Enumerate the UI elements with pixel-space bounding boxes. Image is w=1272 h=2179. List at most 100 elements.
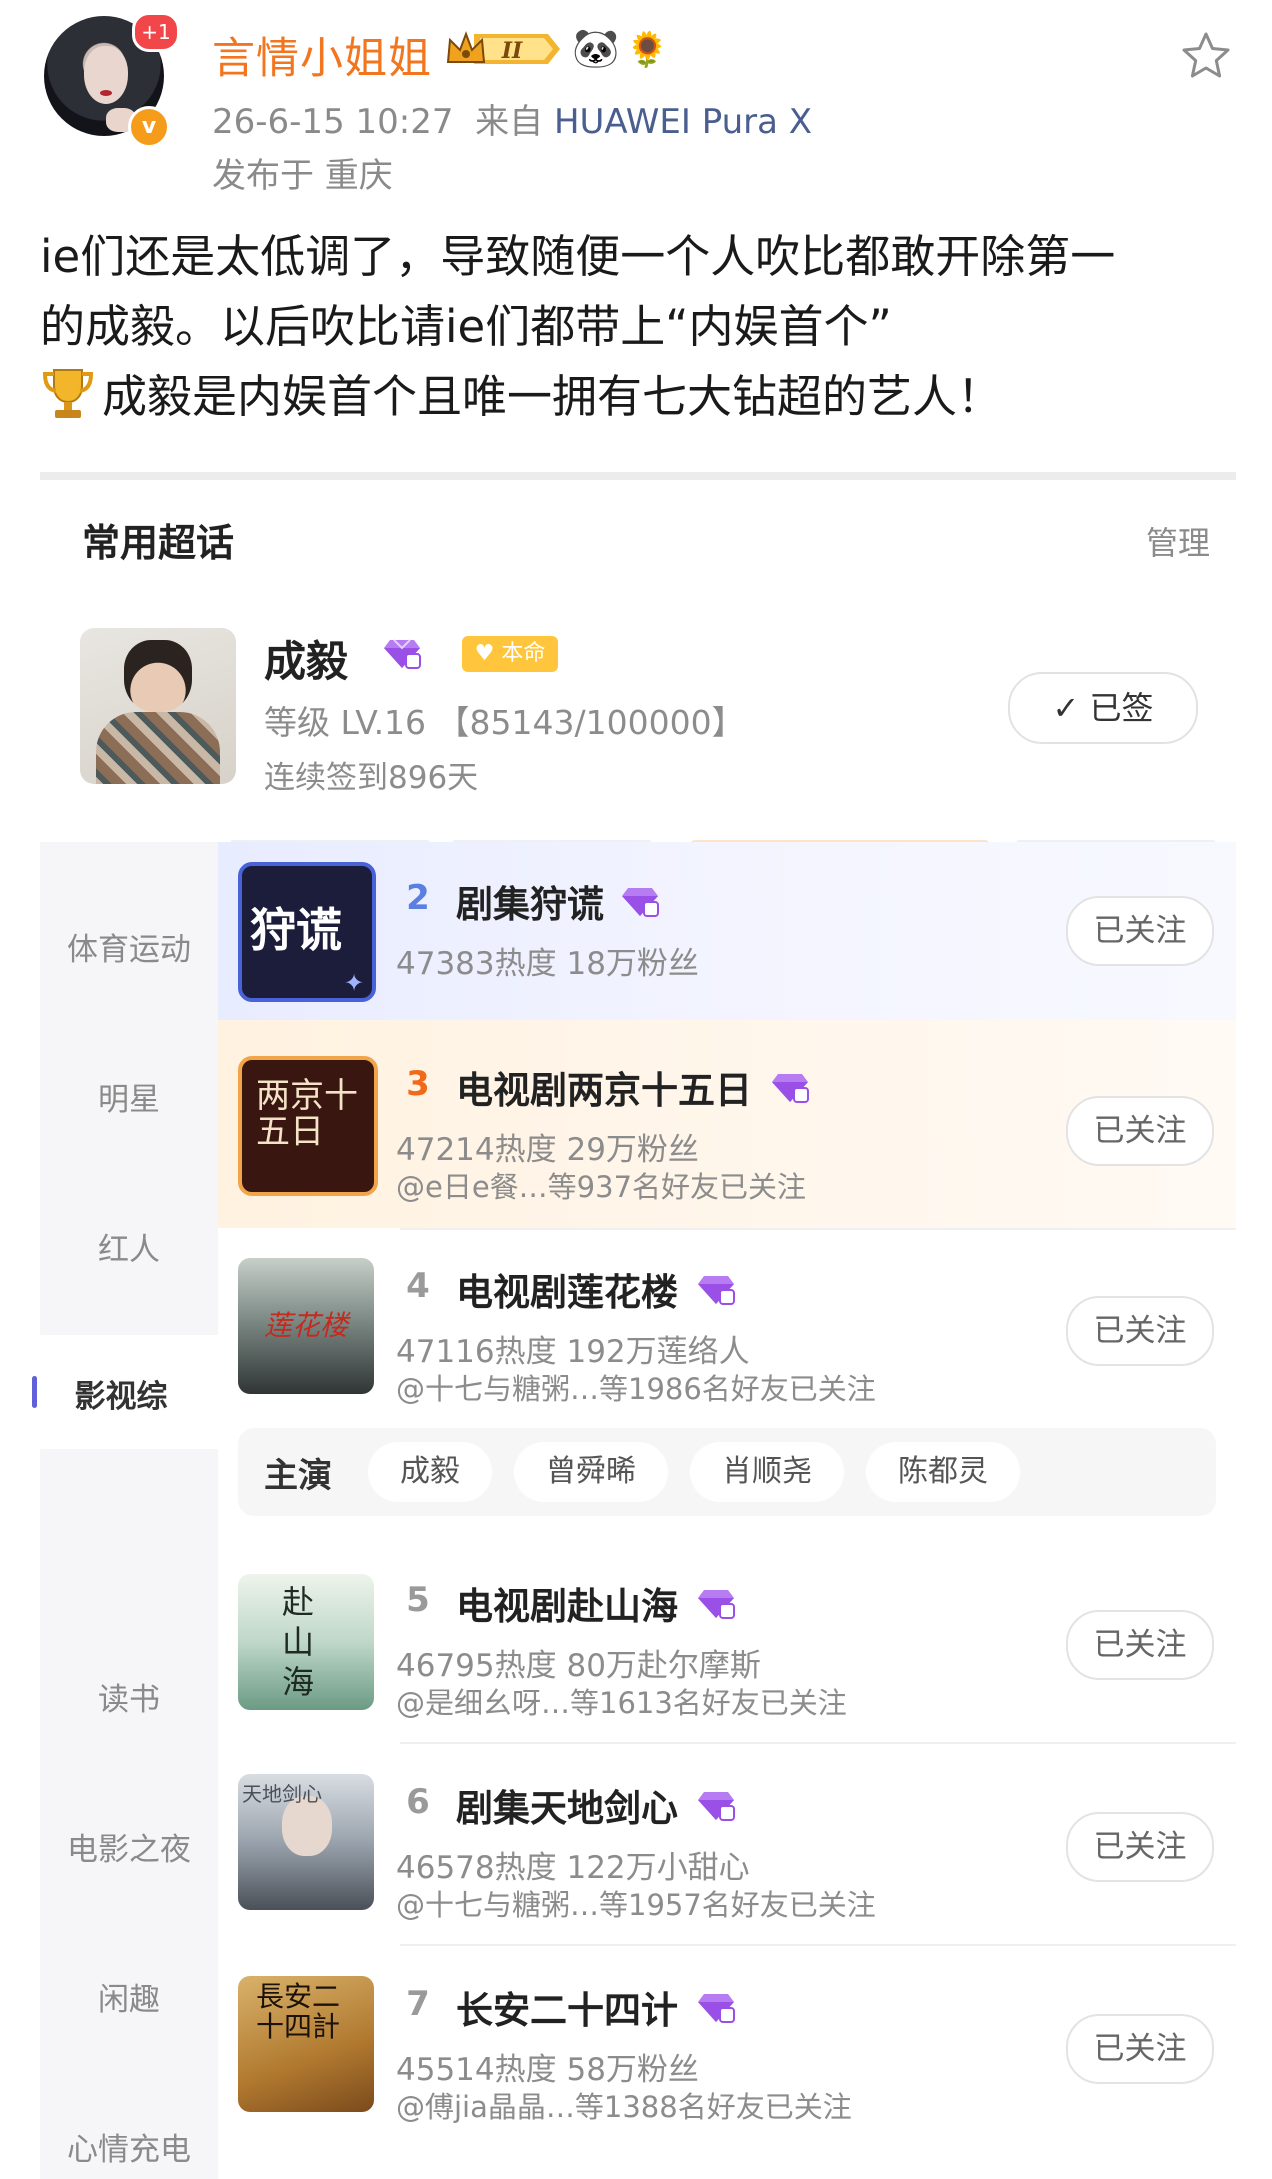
post-location: 发布于 重庆 <box>212 156 393 196</box>
diamond-gem-icon <box>698 1994 735 2023</box>
row-separator <box>400 1742 1236 1744</box>
topic-title[interactable]: 长安二十四计 <box>456 1980 678 2034</box>
thumb-text: 狩谎 <box>250 903 342 957</box>
follow-button[interactable]: 已关注 <box>1066 1296 1214 1366</box>
post-line-3-text: 成毅是内娱首个且唯一拥有七大钻超的艺人！ <box>102 370 1003 423</box>
cast-row: 主演 成毅 曾舜晞 肖顺尧 陈都灵 <box>238 1428 1216 1516</box>
cast-chip[interactable]: 陈都灵 <box>866 1442 1020 1502</box>
thumb-text: 長安二十四計 <box>256 1980 341 2043</box>
follow-button[interactable]: 已关注 <box>1066 1096 1214 1166</box>
friends-followed: @e日e餐…等937名好友已关注 <box>396 1170 807 1204</box>
trophy-icon <box>42 369 94 418</box>
post-line-2: 的成毅。以后吹比请ie们都带上“内娱首个” <box>40 300 892 353</box>
topic-item-2[interactable]: 狩谎 ✦ <box>238 862 376 1002</box>
friends-followed: @傅jia晶晶…等1388名好友已关注 <box>396 2090 852 2124</box>
topic-item-6[interactable]: 天地剑心 <box>238 1774 374 1910</box>
follow-button[interactable]: 已关注 <box>1066 1812 1214 1882</box>
checkin-streak: 连续签到896天 <box>264 760 479 796</box>
friends-followed: @十七与糖粥…等1957名好友已关注 <box>396 1888 876 1922</box>
thumb-text: 两京十五日 <box>256 1076 358 1152</box>
row-separator <box>400 1944 1236 1946</box>
sidebar-item-stars[interactable]: 明星 <box>40 1074 218 1119</box>
verified-badge-icon: v <box>128 106 170 148</box>
thumb-text: 莲花楼 <box>264 1309 349 1342</box>
post-text: ie们还是太低调了，导致随便一个人吹比都敢开除第一 的成毅。以后吹比请ie们都带… <box>40 222 1240 432</box>
diamond-gem-icon <box>622 888 659 917</box>
current-topic-level: 等级 LV.16 【85143/100000】 <box>264 703 745 742</box>
friends-followed: @十七与糖粥…等1986名好友已关注 <box>396 1372 876 1406</box>
star-outline-icon[interactable] <box>1180 30 1232 82</box>
sidebar-item-sports[interactable]: 体育运动 <box>40 924 218 969</box>
device-source-link[interactable]: HUAWEI Pura X <box>554 102 812 142</box>
thumb-text: 天地剑心 <box>242 1782 322 1806</box>
diamond-gem-icon <box>698 1792 735 1821</box>
cast-chip[interactable]: 曾舜晞 <box>514 1442 668 1502</box>
cast-label: 主演 <box>264 1456 332 1496</box>
diamond-gem-icon <box>382 636 422 674</box>
topic-title[interactable]: 剧集狩谎 <box>456 874 604 928</box>
cast-chip[interactable]: 肖顺尧 <box>690 1442 844 1502</box>
section-title: 常用超话 <box>82 521 235 565</box>
topic-title[interactable]: 电视剧莲花楼 <box>456 1262 678 1316</box>
diamond-gem-icon <box>698 1590 735 1619</box>
post-date: 26-6-15 10:27 <box>212 102 454 142</box>
topic-thumb: 两京十五日 <box>238 1056 378 1196</box>
from-label: 来自 <box>475 102 544 142</box>
diamond-gem-icon <box>698 1276 735 1305</box>
crown-icon: II <box>446 31 560 64</box>
rank-number: 2 <box>406 878 430 918</box>
follow-button[interactable]: 已关注 <box>1066 1610 1214 1680</box>
topic-stats: 46795热度 80万赴尔摩斯 <box>396 1648 761 1684</box>
rank-number: 5 <box>406 1580 430 1620</box>
crown-level-badge: II <box>444 28 564 70</box>
active-indicator <box>32 1376 37 1408</box>
friends-followed: @是细幺呀…等1613名好友已关注 <box>396 1686 847 1720</box>
follow-button[interactable]: 已关注 <box>1066 2014 1214 2084</box>
rank-number: 6 <box>406 1782 430 1822</box>
post-meta: 26-6-15 10:27 来自 HUAWEI Pura X <box>212 94 812 143</box>
topic-item-3[interactable]: 两京十五日 <box>238 1056 378 1196</box>
divider <box>40 472 1236 480</box>
sidebar-item-leisure[interactable]: 闲趣 <box>40 1974 218 2019</box>
topic-item-4[interactable]: 莲花楼 <box>238 1258 374 1394</box>
topic-title[interactable]: 剧集天地剑心 <box>456 1778 678 1832</box>
rank-number: 3 <box>406 1064 430 1104</box>
row-separator <box>400 1228 1236 1230</box>
topic-thumb: 長安二十四計 <box>238 1976 374 2112</box>
topic-stats: 47383热度 18万粉丝 <box>396 946 699 982</box>
category-sidebar: 体育运动 明星 红人 读书 电影之夜 闲趣 心情充电 <box>40 842 218 2179</box>
topic-stats: 45514热度 58万粉丝 <box>396 2052 699 2088</box>
sunflower-emoji: 🌻 <box>626 30 669 70</box>
sidebar-item-influencers[interactable]: 红人 <box>40 1224 218 1269</box>
topic-title[interactable]: 电视剧赴山海 <box>456 1576 678 1630</box>
topic-thumb: 莲花楼 <box>238 1258 374 1394</box>
signed-button[interactable]: ✓ 已签 <box>1008 672 1198 744</box>
benming-tag: ♥ 本命 <box>462 636 558 672</box>
panda-emoji: 🐼 <box>572 26 620 70</box>
level-badge-text: II <box>501 38 523 64</box>
sidebar-item-reading[interactable]: 读书 <box>40 1674 218 1719</box>
topic-stats: 47214热度 29万粉丝 <box>396 1132 699 1168</box>
topic-item-5[interactable]: 赴山海 <box>238 1574 374 1710</box>
follow-button[interactable]: 已关注 <box>1066 896 1214 966</box>
rank-number: 4 <box>406 1266 430 1306</box>
topic-thumb: 狩谎 ✦ <box>238 862 376 1002</box>
sidebar-item-mood[interactable]: 心情充电 <box>40 2124 218 2169</box>
topic-thumb: 天地剑心 <box>238 1774 374 1910</box>
cast-chip[interactable]: 成毅 <box>368 1442 492 1502</box>
current-topic-avatar[interactable] <box>80 628 236 784</box>
rank-number: 7 <box>406 1984 430 2024</box>
sidebar-item-film-tv[interactable]: 影视综 <box>18 1335 218 1449</box>
current-topic-name[interactable]: 成毅 <box>264 628 348 689</box>
post-line-3: 成毅是内娱首个且唯一拥有七大钻超的艺人！ <box>40 362 1240 432</box>
topic-stats: 47116热度 192万莲络人 <box>396 1334 750 1370</box>
topic-item-7[interactable]: 長安二十四計 <box>238 1976 374 2112</box>
benming-tag-text: 本命 <box>501 641 546 666</box>
topic-title[interactable]: 电视剧两京十五日 <box>456 1060 752 1114</box>
topic-stats: 46578热度 122万小甜心 <box>396 1850 750 1886</box>
manage-link[interactable]: 管理 <box>1146 518 1210 564</box>
sidebar-item-movie-night[interactable]: 电影之夜 <box>40 1824 218 1869</box>
new-count-badge: +1 <box>132 12 180 52</box>
username[interactable]: 言情小姐姐 <box>212 24 432 86</box>
thumb-text: 赴山海 <box>282 1583 315 1701</box>
